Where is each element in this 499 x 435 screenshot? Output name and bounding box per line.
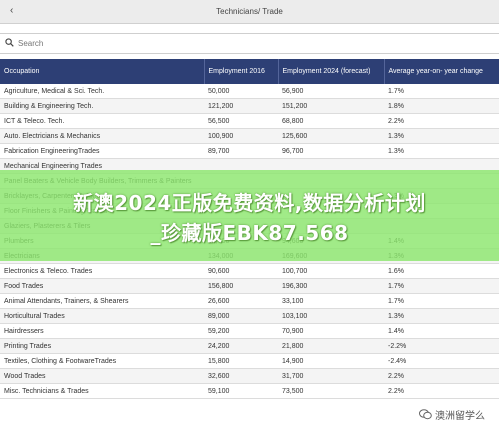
table-row: Misc. Technicians & Trades 59,100 73,500 2.…: [0, 383, 499, 399]
table-cell: Food Trades: [0, 278, 204, 294]
table-row: Fabrication EngineeringTrades 89,700 96,70…: [0, 143, 499, 159]
table-cell: 1.7%: [384, 278, 499, 294]
wechat-icon: [419, 409, 432, 420]
table-cell: Fabrication EngineeringTrades: [0, 143, 204, 159]
table-row: Auto. Electricians & Mechanics 100,900 125…: [0, 128, 499, 144]
table-cell: 103,100: [278, 308, 384, 324]
table-cell: 1.4%: [384, 323, 499, 339]
table-cell: 1.3%: [384, 308, 499, 324]
table-cell: Printing Trades: [0, 338, 204, 354]
table-cell: 33,100: [278, 293, 384, 309]
table-cell: Hairdressers: [0, 323, 204, 339]
table-cell: Animal Attendants, Trainers, & Shearers: [0, 293, 204, 309]
table-cell: Misc. Technicians & Trades: [0, 383, 204, 399]
table-cell: 1.7%: [384, 84, 499, 99]
search-input[interactable]: [16, 35, 490, 51]
watermark: 澳洲留学么: [419, 407, 485, 422]
promo-banner-overlay: 新澳2024正版免费资料,数据分析计划 _珍藏版EBK87.568: [0, 170, 499, 261]
table-cell: 56,500: [204, 113, 278, 129]
table-cell: 24,200: [204, 338, 278, 354]
column-header: Employment 2024 (forecast): [277, 59, 384, 84]
table-cell: 26,600: [204, 293, 278, 309]
search-icon: [5, 38, 14, 47]
table-cell: 156,800: [204, 278, 278, 294]
table-row: Food Trades 156,800 196,300 1.7%: [0, 278, 499, 294]
table-cell: 96,700: [278, 143, 384, 159]
table-cell: 70,900: [278, 323, 384, 339]
table-row: Textiles, Clothing & FootwareTrades 15,80…: [0, 353, 499, 369]
table-cell: 1.8%: [384, 98, 499, 114]
table-row: Animal Attendants, Trainers, & Shearers 2…: [0, 293, 499, 309]
table-cell: 15,800: [204, 353, 278, 369]
table-row: Building & Engineering Tech. 121,200 151,2…: [0, 98, 499, 114]
table-cell: 21,800: [278, 338, 384, 354]
table-row: Printing Trades 24,200 21,800 -2.2%: [0, 338, 499, 354]
table-cell: 1.3%: [384, 143, 499, 159]
table-header-row: Occupation Employment 2016 Employment 20…: [0, 59, 499, 84]
table-cell: 1.7%: [384, 293, 499, 309]
table-cell: 32,600: [204, 368, 278, 384]
table-cell: 31,700: [278, 368, 384, 384]
column-header: Employment 2016: [203, 59, 278, 84]
table-cell: 59,200: [204, 323, 278, 339]
table-cell: 59,100: [204, 383, 278, 399]
table-cell: 89,000: [204, 308, 278, 324]
table-cell: 100,700: [278, 263, 384, 279]
table-cell: Electronics & Teleco. Trades: [0, 263, 204, 279]
table-cell: ICT & Teleco. Tech.: [0, 113, 204, 129]
watermark-text: 澳洲留学么: [435, 411, 485, 422]
table-cell: Horticultural Trades: [0, 308, 204, 324]
table-cell: 73,500: [278, 383, 384, 399]
table-cell: 2.2%: [384, 368, 499, 384]
column-header: Average year-on- year change: [383, 59, 499, 84]
table-cell: Building & Engineering Tech.: [0, 98, 204, 114]
banner-line-1: 新澳2024正版免费资料,数据分析计划: [73, 191, 426, 215]
table-cell: Auto. Electricians & Mechanics: [0, 128, 204, 144]
table-cell: Agriculture, Medical & Sci. Tech.: [0, 84, 204, 99]
table-cell: 50,000: [204, 84, 278, 99]
table-row: Wood Trades 32,600 31,700 2.2%: [0, 368, 499, 384]
table-cell: 89,700: [204, 143, 278, 159]
banner-line-2: _珍藏版EBK87.568: [150, 221, 349, 245]
table-cell: Wood Trades: [0, 368, 204, 384]
table-cell: 196,300: [278, 278, 384, 294]
table-cell: 2.2%: [384, 383, 499, 399]
table-cell: 68,800: [278, 113, 384, 129]
table-row: ICT & Teleco. Tech. 56,500 68,800 2.2%: [0, 113, 499, 129]
table-cell: 14,900: [278, 353, 384, 369]
table-cell: 151,200: [278, 98, 384, 114]
table-cell: 1.3%: [384, 128, 499, 144]
table-cell: 56,900: [278, 84, 384, 99]
table-cell: 125,600: [278, 128, 384, 144]
table-cell: -2.2%: [384, 338, 499, 354]
table-row: Hairdressers 59,200 70,900 1.4%: [0, 323, 499, 339]
table-row: Electronics & Teleco. Trades 90,600 100,70…: [0, 263, 499, 279]
table-row: Agriculture, Medical & Sci. Tech. 50,000 5…: [0, 84, 499, 99]
page-title: Technicians/ Trade: [216, 7, 283, 16]
table-row: Horticultural Trades 89,000 103,100 1.3%: [0, 308, 499, 324]
column-header: Occupation: [0, 59, 204, 84]
table-cell: -2.4%: [384, 353, 499, 369]
search-bar[interactable]: [0, 33, 499, 54]
table-cell: 121,200: [204, 98, 278, 114]
top-bar: ‹ Technicians/ Trade: [0, 0, 499, 24]
table-cell: Textiles, Clothing & FootwareTrades: [0, 353, 204, 369]
table-cell: 90,600: [204, 263, 278, 279]
table-cell: 100,900: [204, 128, 278, 144]
table-cell: 2.2%: [384, 113, 499, 129]
table-cell: 1.6%: [384, 263, 499, 279]
